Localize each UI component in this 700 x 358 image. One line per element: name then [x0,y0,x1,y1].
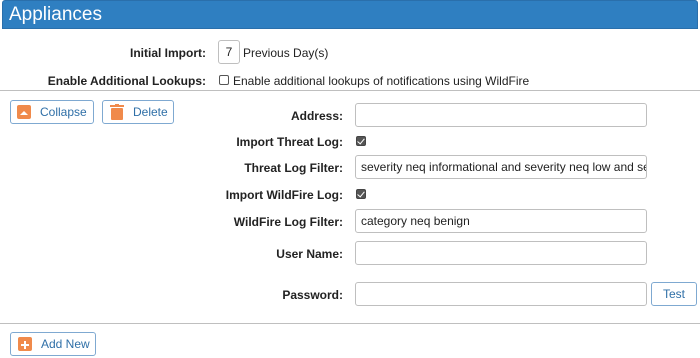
test-button[interactable]: Test [651,282,697,306]
section-header: Appliances [2,0,698,29]
import-wildfire-log-label: Import WildFire Log: [225,188,343,202]
additional-lookups-checkbox-label[interactable]: Enable additional lookups of notificatio… [233,74,529,88]
collapse-button[interactable]: Collapse [10,100,94,124]
trash-icon [110,104,124,120]
additional-lookups-label: Enable Additional Lookups: [47,74,206,88]
address-label: Address: [290,109,343,123]
wildfire-log-filter-input[interactable]: category neq benign [355,209,647,233]
collapse-up-icon [17,105,31,119]
import-threat-log-checkbox[interactable] [356,136,366,146]
password-label: Password: [282,288,343,302]
address-input[interactable] [355,103,647,127]
section-divider [0,90,700,91]
section-title: Appliances [9,4,102,25]
collapse-button-label: Collapse [40,105,87,119]
add-new-button-label: Add New [41,337,90,351]
delete-button[interactable]: Delete [102,100,174,124]
appliances-page: Appliances Initial Import: 7 Previous Da… [0,0,700,358]
initial-import-label: Initial Import: [130,46,206,60]
add-new-button[interactable]: Add New [10,332,96,356]
initial-import-days-input[interactable]: 7 [218,40,240,64]
threat-log-filter-input[interactable]: severity neq informational and severity … [355,155,647,179]
password-input[interactable] [355,282,647,306]
import-wildfire-log-checkbox[interactable] [356,189,366,199]
delete-button-label: Delete [133,105,168,119]
threat-log-filter-label: Threat Log Filter: [244,161,343,175]
test-button-label: Test [662,287,685,301]
user-name-label: User Name: [276,247,343,261]
import-threat-log-label: Import Threat Log: [236,135,343,149]
plus-icon [18,337,32,351]
additional-lookups-checkbox[interactable] [219,75,229,85]
initial-import-suffix: Previous Day(s) [243,46,329,60]
user-name-input[interactable] [355,241,647,265]
bottom-divider [0,323,700,324]
wildfire-log-filter-label: WildFire Log Filter: [233,215,343,229]
